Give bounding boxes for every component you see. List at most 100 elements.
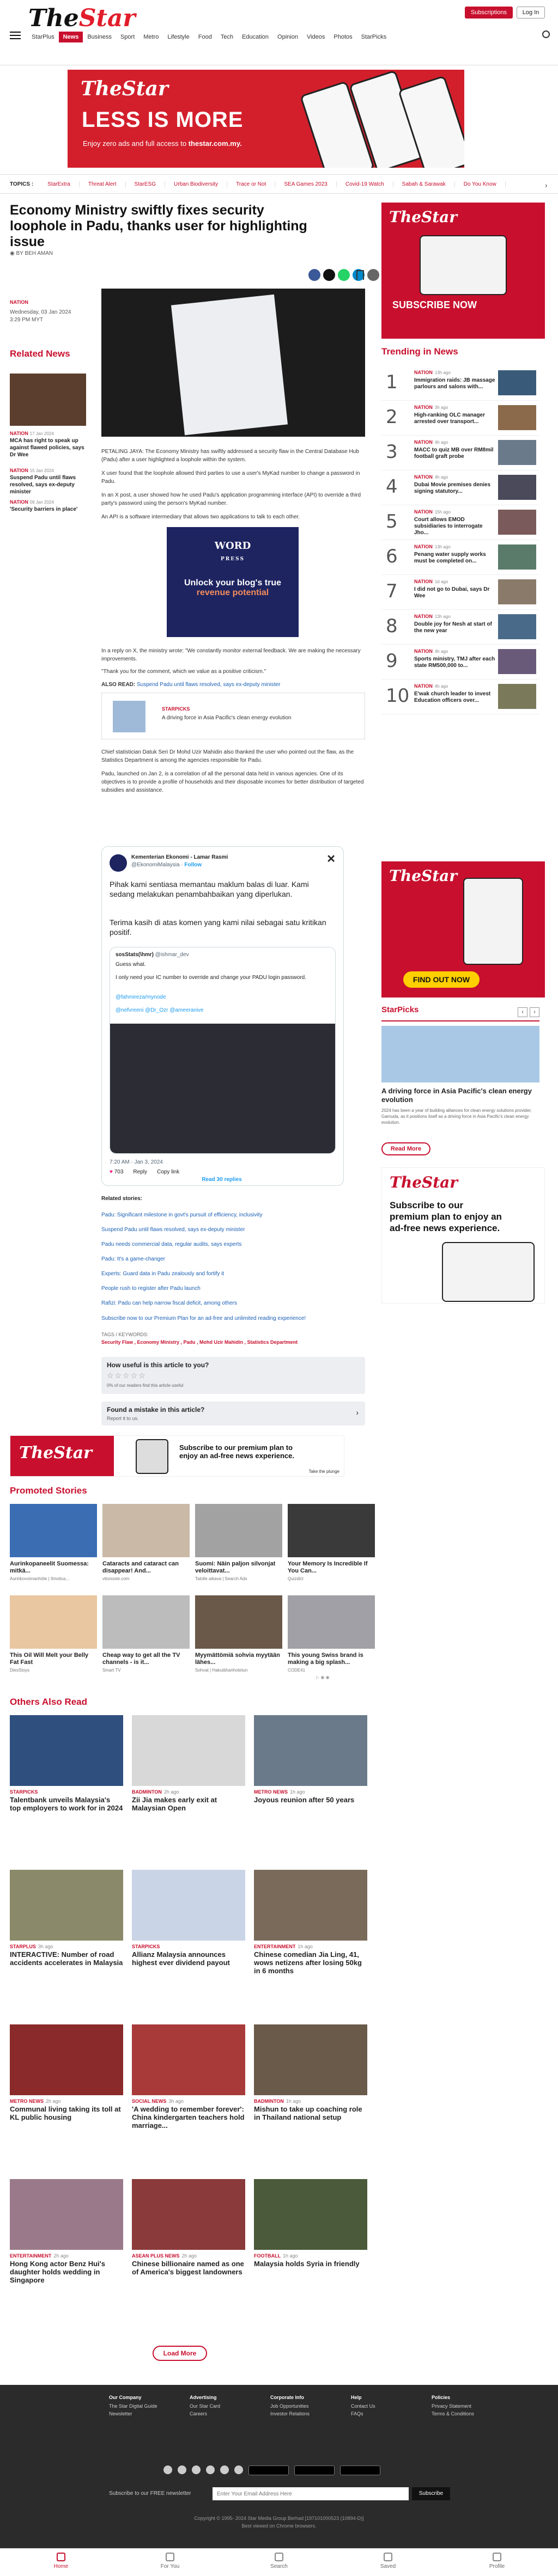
nav-item-starplus[interactable]: StarPlus: [27, 32, 59, 42]
embedded-tweet[interactable]: Kementerian Ekonomi - Lamar Rasmi @Ekono…: [101, 846, 344, 1186]
promoted-story[interactable]: Your Memory Is Incredible If You Can... Q…: [288, 1504, 375, 1581]
related-story-link[interactable]: Padu: Significant milestone in govt's pu…: [101, 1208, 365, 1222]
others-story[interactable]: ASEAN PLUS NEWS 2h ago Chinese billionaire…: [132, 2179, 245, 2276]
topics-next-icon[interactable]: ›: [545, 181, 548, 189]
youtube-icon[interactable]: [220, 2465, 229, 2474]
starpicks-inline-card[interactable]: STARPICKS A driving force in Asia Pacifi…: [101, 693, 365, 739]
promoted-story[interactable]: Cataracts and cataract can disappear! An…: [102, 1504, 190, 1581]
x-icon[interactable]: [192, 2465, 201, 2474]
trending-item[interactable]: 3 NATION 4h ago MACC to quiz MB over RM8mil…: [381, 436, 539, 470]
promoted-story[interactable]: Cheap way to get all the TV channels - i…: [102, 1595, 190, 1673]
related-news-image[interactable]: [10, 374, 86, 426]
report-mistake-box[interactable]: Found a mistake in this article? Report …: [101, 1402, 365, 1425]
nav-item-starpicks[interactable]: StarPicks: [357, 32, 391, 42]
related-story-link[interactable]: People rush to register after Padu launc…: [101, 1281, 365, 1296]
article-category[interactable]: NATION: [10, 299, 71, 305]
promoted-story[interactable]: Aurinkopaneelit Suomessa: mitkä... Aurink…: [10, 1504, 97, 1581]
trending-item[interactable]: 9 NATION 4h ago Sports ministry, TMJ after …: [381, 645, 539, 680]
footer-link[interactable]: Investor Relations: [270, 2411, 329, 2416]
bottom-nav-saved[interactable]: Saved: [366, 2553, 410, 2569]
topic-item[interactable]: Trace or Not: [227, 181, 276, 187]
quoted-tweet[interactable]: sosStats(\hmr) @ishmar_dev Guess what. I…: [110, 947, 336, 1154]
newsletter-subscribe-button[interactable]: Subscribe: [412, 2487, 450, 2500]
related-story-link[interactable]: Padu needs commercial data, regular audi…: [101, 1237, 365, 1252]
topic-item[interactable]: Sabah & Sarawak: [393, 181, 455, 187]
carousel-next-icon[interactable]: ›: [530, 1007, 539, 1017]
email-share-icon[interactable]: [367, 269, 379, 281]
subscribe-link[interactable]: Subscribe now to our Premium Plan for an…: [101, 1315, 306, 1321]
footer-link[interactable]: Our Star Card: [190, 2403, 248, 2409]
tags-list[interactable]: Security Flaw , Economy Ministry , Padu …: [101, 1339, 298, 1345]
footer-link[interactable]: Job Opportunities: [270, 2403, 329, 2409]
trending-item[interactable]: 5 NATION 15h ago Court allows EMOD subsidia…: [381, 505, 539, 540]
others-story[interactable]: STARPICKS Talentbank unveils Malaysia's t…: [10, 1715, 123, 1812]
footer-link[interactable]: Careers: [190, 2411, 248, 2416]
others-story[interactable]: STARPICKS Allianz Malaysia announces high…: [132, 1870, 245, 1967]
footer-link[interactable]: The Star Digital Guide: [109, 2403, 168, 2409]
footer-link[interactable]: Terms & Conditions: [432, 2411, 490, 2416]
promoted-story[interactable]: This young Swiss brand is making a big s…: [288, 1595, 375, 1673]
others-story[interactable]: METRO NEWS 2h ago Communal living taking i…: [10, 2024, 123, 2121]
nav-item-sport[interactable]: Sport: [116, 32, 139, 42]
nav-item-news[interactable]: News: [58, 32, 83, 42]
footer-link[interactable]: Privacy Statement: [432, 2403, 490, 2409]
mid-ad-banner[interactable]: TheStar Subscribe to our premium plan to…: [10, 1435, 344, 1477]
topic-item[interactable]: Threat Alert: [80, 181, 126, 187]
starpicks-headline[interactable]: A driving force in Asia Pacific's clean …: [381, 1087, 539, 1104]
topic-item[interactable]: Covid-19 Watch: [337, 181, 393, 187]
others-story[interactable]: FOOTBALL 1h ago Malaysia holds Syria in fr…: [254, 2179, 367, 2268]
trending-item[interactable]: 10 NATION 4h ago E'wak church leader to inv…: [381, 680, 539, 714]
bottom-nav-search[interactable]: Search: [257, 2553, 301, 2569]
site-logo[interactable]: TheStar: [28, 4, 136, 32]
footer-link[interactable]: FAQs: [351, 2411, 410, 2416]
topic-item[interactable]: Urban Biodiversity: [165, 181, 228, 187]
inline-ad[interactable]: WORD PRESS Unlock your blog's true revenue…: [167, 527, 299, 637]
nav-item-metro[interactable]: Metro: [139, 32, 163, 42]
carousel-prev-icon[interactable]: ‹: [518, 1007, 527, 1017]
promoted-story[interactable]: Suomi: Näin paljon silvonjat veloittavat…: [195, 1504, 282, 1581]
app-gallery-badge[interactable]: [340, 2465, 380, 2475]
tiktok-icon[interactable]: [206, 2465, 215, 2474]
bottom-nav-for-you[interactable]: For You: [148, 2553, 192, 2569]
bottom-nav-home[interactable]: Home: [39, 2553, 83, 2569]
bottom-nav-profile[interactable]: Profile: [475, 2553, 519, 2569]
newsletter-email-input[interactable]: [213, 2487, 409, 2500]
related-news-item[interactable]: NATION 09 Jan 2024 'Security barriers in…: [10, 499, 86, 513]
like-button[interactable]: ♥ 703: [110, 1169, 123, 1175]
copy-link-button[interactable]: Copy link: [157, 1169, 179, 1175]
others-story[interactable]: ENTERTAINMENT 2h ago Hong Kong actor Benz …: [10, 2179, 123, 2284]
others-story[interactable]: ENTERTAINMENT 1h ago Chinese comedian Jia …: [254, 1870, 367, 1975]
google-play-badge[interactable]: [248, 2465, 289, 2475]
nav-item-tech[interactable]: Tech: [216, 32, 238, 42]
topic-item[interactable]: StarESG: [126, 181, 166, 187]
hamburger-menu-icon[interactable]: [10, 32, 21, 39]
nav-item-food[interactable]: Food: [194, 32, 216, 42]
topic-item[interactable]: Do You Know: [455, 181, 506, 187]
facebook-share-icon[interactable]: [308, 269, 320, 281]
topic-item[interactable]: SEA Games 2023: [275, 181, 337, 187]
trending-item[interactable]: 4 NATION 4h ago Dubai Movie premises denies…: [381, 470, 539, 505]
nav-item-opinion[interactable]: Opinion: [273, 32, 302, 42]
side-ad-premium[interactable]: TheStar Subscribe to our premium plan to …: [381, 1167, 545, 1304]
others-story[interactable]: STARPLUS 3h ago INTERACTIVE: Number of roa…: [10, 1870, 123, 1967]
whatsapp-share-icon[interactable]: [338, 269, 350, 281]
side-ad-find-out[interactable]: TheStar FIND OUT NOW: [381, 861, 545, 998]
telegram-icon[interactable]: [234, 2465, 243, 2474]
others-story[interactable]: METRO NEWS 1h ago Joyous reunion after 50 …: [254, 1715, 367, 1804]
instagram-icon[interactable]: [178, 2465, 186, 2474]
trending-item[interactable]: 6 NATION 13h ago Penang water supply works …: [381, 540, 539, 575]
nav-item-education[interactable]: Education: [238, 32, 273, 42]
related-news-item[interactable]: NATION 17 Jan 2024 MCA has right to spea…: [10, 430, 86, 458]
promoted-story[interactable]: This Oil Will Melt your Belly Fat Fast Di…: [10, 1595, 97, 1673]
trending-item[interactable]: 1 NATION 13h ago Immigration raids: JB mass…: [381, 366, 539, 401]
login-button[interactable]: Log In: [517, 7, 545, 19]
find-out-now-button[interactable]: FIND OUT NOW: [403, 971, 480, 988]
search-icon[interactable]: [542, 30, 550, 38]
others-story[interactable]: SOCIAL NEWS 3h ago 'A wedding to remember …: [132, 2024, 245, 2130]
topic-item[interactable]: StarExtra: [39, 181, 80, 187]
facebook-icon[interactable]: [163, 2465, 172, 2474]
x-share-icon[interactable]: [323, 269, 335, 281]
nav-item-videos[interactable]: Videos: [302, 32, 329, 42]
bookmark-icon[interactable]: [356, 270, 364, 280]
nav-item-lifestyle[interactable]: Lifestyle: [163, 32, 193, 42]
